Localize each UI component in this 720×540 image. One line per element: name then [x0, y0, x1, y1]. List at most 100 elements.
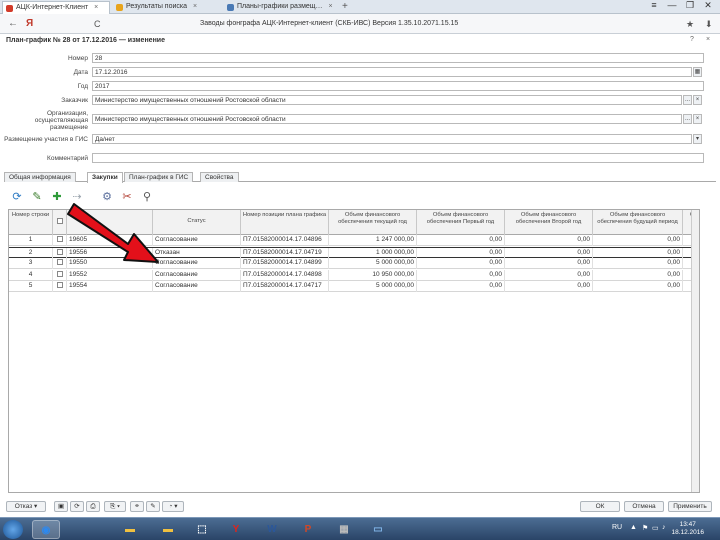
date-field[interactable]: 17.12.2016 — [92, 67, 692, 77]
row-checkbox[interactable] — [56, 236, 63, 243]
chevron-down-icon[interactable]: ▾ — [693, 134, 702, 144]
ok-button[interactable]: ОК — [580, 501, 620, 512]
clock[interactable]: 13:47 18.12.2016 — [671, 521, 704, 537]
organization-clear-button[interactable]: × — [693, 114, 702, 124]
gis-select[interactable]: Да/нет — [92, 134, 692, 144]
address-text[interactable]: Заводы фонграфа АЦК-Интернет-клиент (СКБ… — [200, 20, 458, 27]
col-header-check[interactable] — [53, 210, 67, 235]
edit-doc-icon[interactable]: ✎ — [146, 501, 160, 512]
table-row[interactable]: 5 19554 Согласование П7.01582000014.17.0471… — [9, 281, 699, 292]
close-form-icon[interactable]: × — [706, 36, 710, 43]
taskbar-app-icon[interactable]: ⬚ — [188, 520, 216, 539]
row-checkbox[interactable] — [56, 259, 63, 266]
flag-icon[interactable]: ⚑ — [642, 524, 648, 532]
row-checkbox[interactable] — [56, 270, 63, 277]
col-header-volume-first[interactable]: Объем финансового обеспечения Первый год — [417, 210, 505, 235]
settings-icon[interactable]: ⚙ — [100, 190, 114, 204]
taskbar-app-icon[interactable]: ▬ — [116, 520, 144, 539]
col-header-volume-future[interactable]: Объем финансового обеспечения будущий пе… — [593, 210, 683, 235]
cell-checkbox[interactable] — [53, 281, 67, 292]
address-bar: ← Я С Заводы фонграфа АЦК-Интернет-клиен… — [0, 14, 720, 34]
taskbar-app-icon[interactable]: P — [294, 520, 322, 539]
customer-lookup-button[interactable]: ... — [683, 95, 692, 105]
organization-field[interactable]: Министерство имущественных отношений Рос… — [92, 114, 682, 124]
tab-general[interactable]: Общая информация — [4, 172, 76, 182]
download-icon[interactable]: ⬇ — [705, 19, 713, 30]
cell-checkbox[interactable] — [53, 235, 67, 246]
maximize-icon[interactable]: ❐ — [682, 0, 698, 11]
calendar-icon[interactable]: ▦ — [693, 67, 702, 77]
taskbar-app-icon[interactable]: W — [258, 520, 286, 539]
customer-clear-button[interactable]: × — [693, 95, 702, 105]
comment-field[interactable] — [92, 153, 704, 163]
taskbar-app-icon[interactable]: ▭ — [364, 520, 392, 539]
number-field[interactable]: 28 — [92, 53, 704, 63]
status-icon[interactable]: ▣ — [54, 501, 68, 512]
filter-icon[interactable]: ⚲ — [140, 190, 154, 204]
cell-volume-future: 0,00 — [593, 258, 683, 269]
taskbar-app-icon[interactable]: ◉ — [32, 520, 60, 539]
edit-icon[interactable]: ✎ — [30, 190, 44, 204]
table-row[interactable]: 3 19550 Согласование П7.01582000014.17.0489… — [9, 258, 699, 269]
move-icon[interactable]: ⇢ — [70, 190, 84, 204]
cell-checkbox[interactable] — [53, 247, 67, 259]
grid-vertical-scrollbar[interactable] — [691, 210, 699, 492]
refresh-icon[interactable]: ⟳ — [10, 190, 24, 204]
table-row[interactable]: 4 19552 Согласование П7.01582000014.17.0489… — [9, 269, 699, 281]
cancel-button[interactable]: Отмена — [624, 501, 664, 512]
close-tab-icon[interactable]: × — [329, 3, 333, 10]
taskbar-app-icon[interactable]: ▦ — [330, 520, 358, 539]
date-label: Дата — [73, 69, 88, 76]
tab-plan-gis[interactable]: План-график в ГИС — [124, 172, 194, 182]
col-header-status[interactable]: Статус — [153, 210, 241, 235]
row-checkbox[interactable] — [56, 282, 63, 289]
table-row[interactable]: 2 19556 Отказан П7.01582000014.17.04719 1 00… — [9, 246, 699, 259]
yandex-icon[interactable]: Я — [26, 18, 33, 29]
tools-icon[interactable]: ✂ — [120, 190, 134, 204]
help-icon[interactable]: ? — [690, 36, 694, 43]
cell-checkbox[interactable] — [53, 258, 67, 269]
minimize-icon[interactable]: — — [664, 0, 680, 10]
bookmark-icon[interactable]: ★ — [686, 19, 694, 30]
clock-date: 18.12.2016 — [671, 529, 704, 536]
customer-field[interactable]: Министерство имущественных отношений Рос… — [92, 95, 682, 105]
apply-button[interactable]: Применить — [668, 501, 712, 512]
year-field[interactable]: 2017 — [92, 81, 704, 91]
volume-icon[interactable]: ♪ — [662, 524, 666, 531]
reject-dropdown-button[interactable]: Отказ ▾ — [6, 501, 46, 512]
menu-icon[interactable]: ≡ — [646, 0, 662, 10]
new-tab-button[interactable]: + — [342, 1, 348, 12]
col-header-volume-current[interactable]: Объем финансового обеспечения текущий го… — [329, 210, 417, 235]
col-header-position[interactable]: Номер позиции плана графика — [241, 210, 329, 235]
link-icon[interactable]: ⚭ — [130, 501, 144, 512]
col-header-volume-second[interactable]: Объем финансового обеспечения Второй год — [505, 210, 593, 235]
close-tab-icon[interactable]: × — [193, 3, 197, 10]
browser-tab-acc[interactable]: АЦК-Интернет-Клиент × — [2, 1, 110, 14]
cell-checkbox[interactable] — [53, 269, 67, 281]
browser-tab-search[interactable]: Результаты поиска × — [113, 1, 221, 14]
browser-tab-plans[interactable]: Планы-графики размещ… × — [224, 1, 336, 14]
taskbar-app-icon[interactable]: ▬ — [154, 520, 182, 539]
select-all-checkbox[interactable] — [56, 218, 63, 224]
language-indicator[interactable]: RU — [612, 524, 622, 531]
print-icon[interactable]: ⎙ — [86, 501, 100, 512]
tab-properties[interactable]: Свойства — [200, 172, 239, 182]
back-arrow-icon[interactable]: ← — [8, 18, 18, 29]
row-checkbox[interactable] — [56, 248, 63, 255]
col-header-row-number[interactable]: Номер строки — [9, 210, 53, 235]
reload-icon[interactable]: С — [94, 19, 101, 29]
organization-lookup-button[interactable]: ... — [683, 114, 692, 124]
col-header-id[interactable] — [67, 210, 153, 235]
table-row[interactable]: 1 19605 Согласование П7.01582000014.17.0489… — [9, 235, 699, 246]
tray-expand-icon[interactable]: ▲ — [630, 524, 637, 531]
taskbar-app-icon[interactable]: Y — [222, 520, 250, 539]
close-window-icon[interactable]: ✕ — [700, 0, 716, 11]
add-icon[interactable]: ✚ — [50, 190, 64, 204]
refresh-doc-icon[interactable]: ⟳ — [70, 501, 84, 512]
start-button[interactable] — [3, 520, 23, 539]
close-tab-icon[interactable]: × — [94, 4, 98, 11]
tab-purchases[interactable]: Закупки — [87, 172, 123, 183]
copy-dropdown-icon[interactable]: ⎘ ▾ — [104, 501, 126, 512]
network-icon[interactable]: ▭ — [652, 524, 659, 532]
history-dropdown-icon[interactable]: ◔ ▾ — [162, 501, 184, 512]
